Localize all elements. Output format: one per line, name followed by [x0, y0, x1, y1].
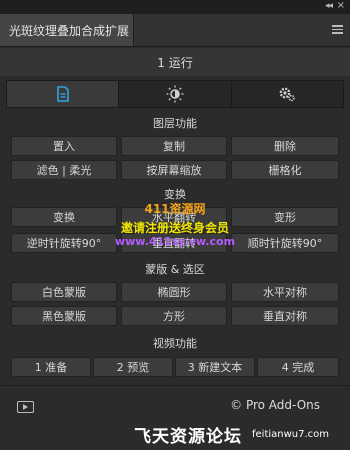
rotate-ccw-button[interactable]: 逆时针旋转90°: [11, 233, 117, 253]
brand-label: © Pro Add-Ons: [230, 398, 320, 412]
warp-button[interactable]: 变形: [231, 207, 339, 227]
run-title: 1 运行: [157, 55, 193, 70]
panel-tab-label: 光斑纹理叠加合成扩展: [9, 23, 130, 38]
video-play-icon[interactable]: [17, 401, 34, 413]
place-button[interactable]: 置入: [11, 136, 117, 156]
close-panel-button[interactable]: ×: [337, 0, 345, 11]
tab-settings[interactable]: [232, 81, 343, 107]
flip-horizontal-button[interactable]: 水平翻转: [121, 207, 227, 227]
horizontal-symmetry-button[interactable]: 水平对称: [231, 282, 339, 302]
flip-vertical-button[interactable]: 垂直翻转: [121, 233, 227, 253]
transform-button[interactable]: 变换: [11, 207, 117, 227]
transform-section-title: 变换: [164, 188, 186, 201]
run-header: 1 运行: [0, 48, 350, 76]
title-strip: ◂◂ ×: [0, 0, 350, 14]
settings-icon: [279, 87, 296, 102]
new-text-button[interactable]: 3 新建文本: [175, 357, 255, 377]
panel-tabbar: 光斑纹理叠加合成扩展: [0, 14, 350, 47]
adjust-icon: [166, 85, 184, 103]
subtab-bar: [6, 80, 344, 108]
delete-button[interactable]: 删除: [231, 136, 339, 156]
document-icon: [56, 86, 69, 102]
black-mask-button[interactable]: 黑色蒙版: [11, 306, 117, 326]
duplicate-button[interactable]: 复制: [121, 136, 227, 156]
fit-screen-button[interactable]: 按屏幕缩放: [121, 160, 227, 180]
finish-button[interactable]: 4 完成: [257, 357, 339, 377]
mask-section-title: 蒙版 & 选区: [145, 263, 205, 276]
panel-menu-icon[interactable]: [332, 25, 343, 34]
tab-adjust[interactable]: [119, 81, 232, 107]
site-watermark-url: feitianwu7.com: [252, 429, 330, 440]
vertical-symmetry-button[interactable]: 垂直对称: [231, 306, 339, 326]
white-mask-button[interactable]: 白色蒙版: [11, 282, 117, 302]
prepare-button[interactable]: 1 准备: [11, 357, 91, 377]
layer-section-title: 图层功能: [153, 117, 197, 130]
rasterize-button[interactable]: 栅格化: [231, 160, 339, 180]
tab-document[interactable]: [7, 81, 120, 107]
site-watermark-name: 飞天资源论坛: [134, 427, 242, 447]
video-section-title: 视频功能: [153, 337, 197, 350]
blend-mode-button[interactable]: 滤色 | 柔光: [11, 160, 117, 180]
collapse-panel-button[interactable]: ◂◂: [325, 1, 333, 11]
footer-divider: [0, 385, 350, 386]
preview-button[interactable]: 2 预览: [93, 357, 173, 377]
square-button[interactable]: 方形: [121, 306, 227, 326]
rotate-cw-button[interactable]: 顺时针旋转90°: [231, 233, 339, 253]
panel-tab[interactable]: 光斑纹理叠加合成扩展: [0, 14, 134, 46]
ellipse-button[interactable]: 椭圆形: [121, 282, 227, 302]
